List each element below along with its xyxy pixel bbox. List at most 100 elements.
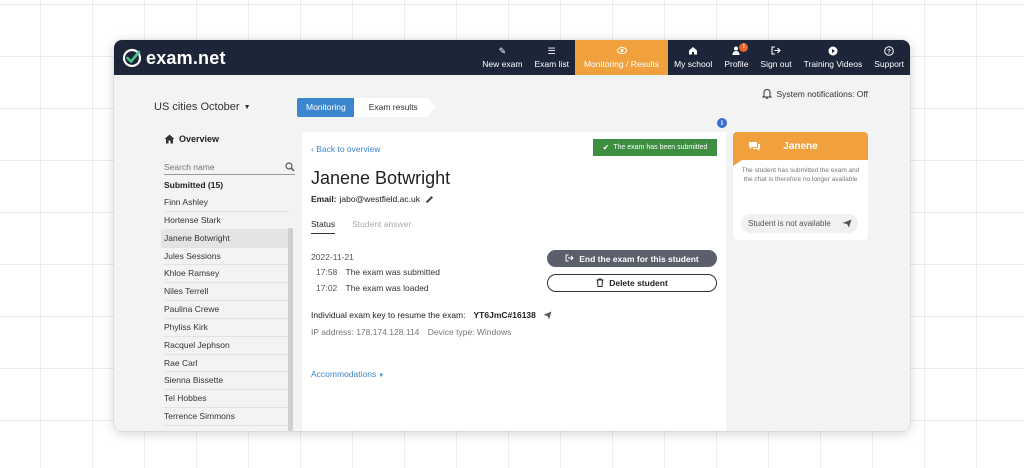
exam-key-label: Individual exam key to resume the exam: [311,310,466,320]
delete-student-button[interactable]: Delete student [547,274,717,292]
caret-down-icon: ▼ [243,103,251,111]
main-nav: ✎ New exam ☰ Exam list Monitoring / Resu… [476,40,910,75]
sidebar-scrollbar[interactable] [288,228,293,431]
device-info: IP address: 178.174.128.114 Device type:… [311,327,511,337]
home-icon [688,46,698,57]
student-list-item[interactable]: Niles Terrell [164,283,289,302]
student-list-item[interactable]: Hortense Stark [164,212,289,230]
student-list-item[interactable]: Khloe Ramsey [164,265,289,284]
nav-my-school[interactable]: My school [668,40,718,75]
student-sidebar: Overview Submitted (15) Finn Ashley Hort… [161,128,297,431]
back-to-overview-link[interactable]: ‹ Back to overview [311,144,380,154]
student-list: Finn Ashley Hortense Stark Janene Botwri… [161,194,289,426]
search-icon[interactable] [285,162,295,172]
send-icon[interactable] [842,219,852,228]
nav-exam-list[interactable]: ☰ Exam list [528,40,574,75]
tab-student-answer[interactable]: Student answer [352,219,411,234]
overview-label: Overview [179,134,220,144]
bell-icon [761,88,772,99]
sign-out-icon [565,254,574,264]
student-list-item[interactable]: Tel Hobbes [164,390,289,409]
nav-label: Training Videos [803,59,863,69]
nav-new-exam[interactable]: ✎ New exam [476,40,528,75]
student-list-item[interactable]: Phyliss Kirk [164,319,289,337]
trash-icon [596,278,604,289]
accommodations-label: Accommodations [311,369,377,379]
event-time: 17:58 [316,267,338,277]
student-detail-panel: ‹ Back to overview ✔ The exam has been s… [302,132,726,431]
overview-link[interactable]: Overview [164,134,219,144]
sign-out-icon [771,46,781,57]
system-notifications-toggle[interactable]: System notifications: Off [761,88,869,99]
home-icon [164,134,175,144]
detail-tabs: Status Student answer [311,219,411,234]
nav-label: Exam list [534,59,569,69]
email-value: jabo@westfield.ac.uk [339,194,420,204]
student-list-item[interactable]: Racquel Jephson [164,337,289,355]
question-icon: ? [884,46,894,57]
check-icon: ✔ [602,143,610,152]
chat-student-name: Janene [783,141,818,152]
chevron-left-icon: ‹ [311,144,314,154]
nav-label: My school [674,59,713,69]
chat-input-placeholder: Student is not available [748,219,831,228]
caret-down-icon: ▼ [378,373,385,379]
tab-status[interactable]: Status [311,219,336,234]
browser-frame: exam.net ✎ New exam ☰ Exam list Monitori… [114,40,910,431]
exam-key-row: Individual exam key to resume the exam: … [311,310,552,320]
student-list-item[interactable]: Jules Sessions [164,248,289,266]
breadcrumb-monitoring[interactable]: Monitoring [297,98,361,117]
student-list-item-selected[interactable]: Janene Botwright [161,229,289,248]
top-navigation-bar: exam.net ✎ New exam ☰ Exam list Monitori… [114,40,910,75]
nav-label: Support [874,59,904,69]
chat-panel: Janene The student has submitted the exa… [733,132,868,240]
nav-sign-out[interactable]: Sign out [754,40,797,75]
event-row: 17:02 The exam was loaded [316,283,429,293]
status-badge-label: The exam has been submitted [613,144,708,151]
exam-selector[interactable]: US cities October ▼ [154,101,251,113]
list-icon: ☰ [547,46,556,56]
nav-profile[interactable]: ! Profile [718,40,754,75]
chat-unavailable-message: The student has submitted the exam and t… [741,167,860,183]
nav-training-videos[interactable]: Training Videos [798,40,869,75]
logo[interactable]: exam.net [122,47,226,69]
back-label: Back to overview [316,144,381,154]
nav-label: Profile [724,59,749,69]
exam-title: US cities October [154,101,240,113]
svg-text:?: ? [887,48,891,55]
email-label: Email: [311,194,337,204]
submitted-heading: Submitted (15) [164,180,224,190]
device-type: Device type: Windows [427,327,512,337]
chat-header: Janene [733,132,868,160]
event-time: 17:02 [316,283,338,293]
profile-badge: ! [739,43,749,52]
student-name-heading: Janene Botwright [311,168,451,188]
status-badge: ✔ The exam has been submitted [593,139,717,156]
delete-student-label: Delete student [609,278,668,288]
event-date: 2022-11-21 [311,252,354,262]
logo-text: exam.net [146,47,226,68]
student-email: Email: jabo@westfield.ac.uk [311,194,434,204]
info-icon[interactable]: i [717,118,727,128]
pencil-icon: ✎ [498,46,507,56]
student-list-item[interactable]: Rae Carl [164,355,289,373]
nav-support[interactable]: ? Support [868,40,910,75]
chat-input[interactable]: Student is not available [741,214,858,233]
end-exam-button[interactable]: End the exam for this student [547,250,717,267]
event-row: 17:58 The exam was submitted [316,267,440,277]
search-input[interactable] [164,162,274,172]
student-list-item[interactable]: Finn Ashley [164,194,289,212]
pencil-icon[interactable] [425,195,434,204]
nav-monitoring-results[interactable]: Monitoring / Results [574,40,669,75]
accommodations-toggle[interactable]: Accommodations ▼ [311,369,384,379]
end-exam-label: End the exam for this student [579,253,699,264]
student-list-item[interactable]: Terrence Simmons [164,408,289,426]
system-notifications-label: System notifications: Off [776,88,869,99]
chat-header-notch [733,160,742,166]
student-list-item[interactable]: Sienna Bissette [164,372,289,391]
send-icon[interactable] [543,311,552,320]
event-text: The exam was submitted [345,267,440,277]
student-list-item[interactable]: Paulina Crewe [164,301,289,319]
breadcrumb-exam-results[interactable]: Exam results [353,98,435,117]
ip-address: IP address: 178.174.128.114 [311,327,420,337]
